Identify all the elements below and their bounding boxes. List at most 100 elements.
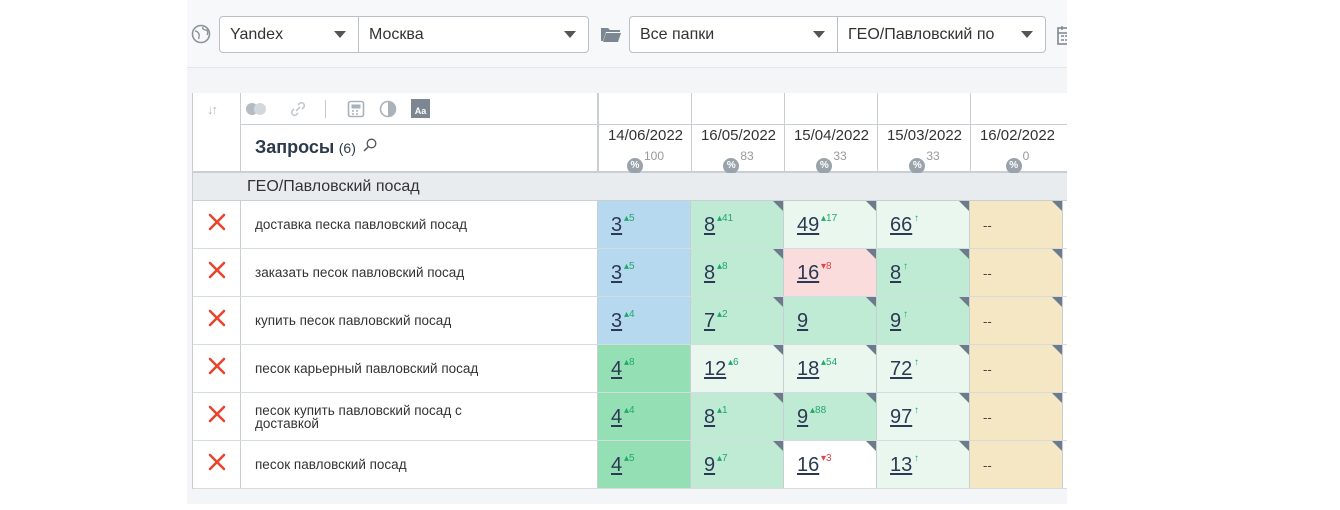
position-cell[interactable]: -- [970, 249, 1063, 296]
position-cell[interactable]: 66 ↑ [877, 201, 970, 248]
position-change-up: ↑ [903, 261, 908, 272]
search-icon[interactable] [363, 138, 377, 157]
position-cell[interactable]: 9 ↑ [877, 297, 970, 344]
position-value[interactable]: 9 [890, 310, 901, 333]
position-cell[interactable]: 4 ▴8 [598, 345, 691, 392]
cell-corner-marker [1052, 441, 1062, 451]
globe-icon[interactable] [191, 24, 211, 49]
position-cell[interactable]: 49 ▴17 [784, 201, 877, 248]
query-text: заказать песок павловский посад [255, 265, 465, 280]
position-cell[interactable]: 3 ▴5 [598, 201, 691, 248]
position-value[interactable]: 13 [890, 454, 912, 477]
date-column-header[interactable]: 16/02/2022 %0 [970, 93, 1064, 174]
delete-icon[interactable] [208, 213, 226, 236]
position-value[interactable]: 3 [611, 310, 622, 333]
query-cell[interactable]: песок павловский посад [241, 441, 598, 488]
position-cell[interactable]: 13 ↑ [877, 441, 970, 488]
folder-value: Все папки [640, 25, 715, 43]
position-value[interactable]: 72 [890, 358, 912, 381]
position-cell[interactable]: 8 ↑ [877, 249, 970, 296]
link-icon[interactable] [289, 100, 307, 123]
position-cell[interactable]: 3 ▴4 [598, 297, 691, 344]
position-value[interactable]: 8 [704, 406, 715, 429]
position-cell[interactable]: 9 ▴88 [784, 393, 877, 440]
position-cell[interactable]: 8 ▴8 [691, 249, 784, 296]
position-value[interactable]: 9 [797, 310, 808, 333]
position-cell[interactable]: 3 ▴5 [598, 249, 691, 296]
group-select[interactable]: ГЕО/Павловский по [837, 16, 1046, 53]
position-cell[interactable]: 8 ▴1 [691, 393, 784, 440]
position-cell[interactable]: 72 ↑ [877, 345, 970, 392]
position-value[interactable]: 12 [704, 358, 726, 381]
delete-icon[interactable] [208, 405, 226, 428]
date-column-header[interactable]: 16/05/2022 %83 [691, 93, 785, 174]
position-cell[interactable]: -- [970, 297, 1063, 344]
query-cell[interactable]: песок купить павловский посад с доставко… [241, 393, 598, 440]
position-value[interactable]: 4 [611, 406, 622, 429]
position-value[interactable]: 18 [797, 358, 819, 381]
position-value[interactable]: 66 [890, 214, 912, 237]
query-cell[interactable]: заказать песок павловский посад [241, 249, 598, 296]
position-cell[interactable]: 4 ▴5 [598, 441, 691, 488]
position-value[interactable]: 97 [890, 406, 912, 429]
circles-toggle-icon[interactable] [245, 101, 267, 122]
position-cell[interactable]: 9 [784, 297, 877, 344]
contrast-icon[interactable] [379, 100, 397, 123]
position-cell[interactable]: -- [970, 201, 1063, 248]
position-value[interactable]: 16 [797, 454, 819, 477]
calculator-icon[interactable] [347, 100, 365, 123]
cell-corner-marker [959, 345, 969, 355]
position-value[interactable]: 4 [611, 454, 622, 477]
position-value[interactable]: 3 [611, 262, 622, 285]
delete-icon[interactable] [208, 453, 226, 476]
calendar-icon[interactable] [1057, 24, 1067, 46]
date-column-header[interactable]: 15/04/2022 %33 [784, 93, 878, 174]
position-value[interactable]: 8 [704, 262, 715, 285]
query-cell[interactable]: песок карьерный павловский посад [241, 345, 598, 392]
position-value[interactable]: 3 [611, 214, 622, 237]
position-cell[interactable]: 16 ▾8 [784, 249, 877, 296]
query-cell[interactable]: доставка песка павловский посад [241, 201, 598, 248]
position-cell[interactable]: 18 ▴54 [784, 345, 877, 392]
sort-icon[interactable]: ↓↑ [207, 102, 218, 117]
position-value[interactable]: 8 [890, 262, 901, 285]
position-cell[interactable]: 9 ▴7 [691, 441, 784, 488]
position-value[interactable]: 4 [611, 358, 622, 381]
delete-icon[interactable] [208, 309, 226, 332]
position-cell[interactable]: 8 ▴41 [691, 201, 784, 248]
delete-icon[interactable] [208, 261, 226, 284]
folder-icon[interactable] [600, 26, 622, 48]
folder-select[interactable]: Все папки [629, 16, 838, 53]
date-column-header[interactable]: 14/06/2022 %100 [598, 93, 692, 174]
position-value[interactable]: 9 [797, 406, 808, 429]
cell-corner-marker [773, 441, 783, 451]
position-change-up: ▴8 [717, 261, 728, 272]
position-value[interactable]: 8 [704, 214, 715, 237]
query-cell[interactable]: купить песок павловский посад [241, 297, 598, 344]
position-empty: -- [983, 266, 992, 281]
region-select[interactable]: Москва [358, 16, 589, 53]
position-cell[interactable]: 7 ▴2 [691, 297, 784, 344]
position-cell[interactable]: 4 ▴4 [598, 393, 691, 440]
date-column-header[interactable]: 15/03/2022 %33 [877, 93, 971, 174]
position-value[interactable]: 16 [797, 262, 819, 285]
position-cell[interactable]: -- [970, 441, 1063, 488]
position-cell[interactable]: 16 ▾3 [784, 441, 877, 488]
delete-icon[interactable] [208, 357, 226, 380]
position-value[interactable]: 9 [704, 454, 715, 477]
search-engine-select[interactable]: Yandex [219, 16, 359, 53]
position-cell[interactable]: -- [970, 345, 1063, 392]
table-row: песок павловский посад 4 ▴5 9 ▴7 16 ▾3 13 ↑ -- [193, 441, 1067, 489]
percent-icon: % [723, 158, 740, 174]
table-row: песок карьерный павловский посад 4 ▴8 12 ▴6 1… [193, 345, 1067, 393]
position-value[interactable]: 49 [797, 214, 819, 237]
group-header-row: ГЕО/Павловский посад [193, 173, 1067, 201]
text-format-icon[interactable]: Aa [411, 99, 430, 118]
cell-corner-marker [1052, 393, 1062, 403]
position-value[interactable]: 7 [704, 310, 715, 333]
position-cell[interactable]: -- [970, 393, 1063, 440]
position-cell[interactable]: 97 ↑ [877, 393, 970, 440]
search-engine-value: Yandex [230, 25, 284, 43]
position-cell[interactable]: 12 ▴6 [691, 345, 784, 392]
cell-corner-marker [773, 297, 783, 307]
